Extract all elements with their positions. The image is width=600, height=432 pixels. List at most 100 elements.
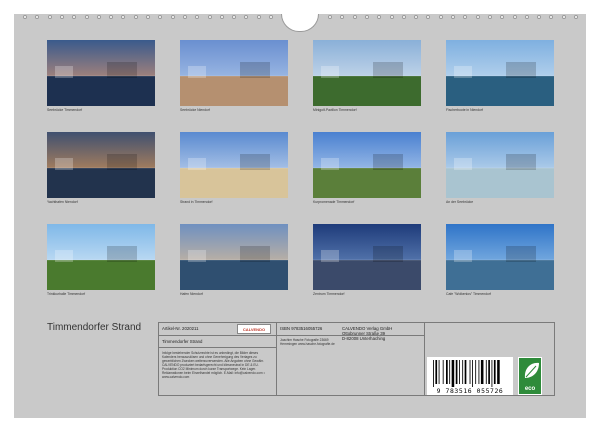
barcode-bars	[433, 360, 500, 387]
photo-scene	[180, 40, 288, 106]
photo-scene	[47, 40, 155, 106]
barcode-bar	[451, 360, 455, 387]
barcode-bar	[472, 360, 473, 387]
binding-hole	[146, 15, 150, 19]
binding-hole	[524, 15, 529, 19]
barcode-bar	[469, 360, 471, 384]
divider	[159, 335, 276, 336]
divider	[159, 347, 276, 348]
barcode-bar	[455, 360, 458, 384]
binding-hole	[487, 15, 492, 19]
binding-hole	[328, 15, 332, 19]
binding-hole	[475, 15, 480, 19]
binding-hole	[182, 15, 187, 19]
binding-hole	[438, 15, 443, 19]
binding-hole	[207, 15, 212, 19]
eco-label: eco	[518, 357, 542, 395]
legal-text: Infolge bestehender Schutzrechte ist es …	[162, 351, 265, 379]
barcode-bar	[449, 360, 451, 384]
photo-caption: Trinkkurhalle Timmendorf	[47, 292, 86, 296]
photo-scene	[313, 40, 421, 106]
barcode-bar	[464, 360, 467, 384]
publisher-line-3: D-82008 Unterhaching	[342, 336, 386, 341]
barcode: 9 783516 055726	[427, 357, 513, 395]
calendar-photo	[180, 224, 288, 290]
author-text: Joachim Hasche Fotografie 23669 Hemminge…	[280, 338, 335, 346]
photo-scene	[313, 224, 421, 290]
binding-hole	[512, 15, 517, 19]
barcode-bar	[480, 360, 484, 384]
photo-scene	[446, 40, 554, 106]
barcode-bar	[435, 360, 438, 384]
binding-hole	[256, 15, 261, 19]
barcode-number: 9 783516 055726	[436, 387, 504, 395]
calendar-photo	[446, 224, 554, 290]
leaf-icon	[524, 362, 539, 378]
divider	[276, 323, 277, 395]
calendar-photo	[313, 40, 421, 106]
binding-hole	[96, 15, 101, 19]
article-number: Artikel-Nr. 2020211	[162, 326, 199, 331]
info-subtitle: Timmendorfer Strand	[162, 339, 203, 344]
calendar-photo	[47, 40, 155, 106]
calendar-photo	[47, 132, 155, 198]
calendar-title: Timmendorfer Strand	[47, 322, 142, 333]
barcode-bar	[433, 360, 434, 387]
barcode-bar	[491, 360, 493, 387]
barcode-bar	[497, 360, 500, 384]
photo-caption: Yachthafen Niendorf	[47, 200, 78, 204]
barcode-bar	[459, 360, 460, 384]
photo-scene	[47, 224, 155, 290]
photo-caption: Minigolf-Pavillon Timmendorf	[313, 108, 357, 112]
binding-hole	[269, 15, 273, 19]
calendar-photo	[446, 40, 554, 106]
photo-caption: Seebrücke Timmendorf	[47, 108, 83, 112]
calendar-photo	[313, 224, 421, 290]
barcode-bar	[462, 360, 464, 384]
calendar-photo	[180, 40, 288, 106]
binding-hole	[561, 15, 566, 19]
isbn: ISBN 9783516055726	[280, 326, 323, 331]
binding-hole	[451, 15, 455, 19]
barcode-bar	[475, 360, 477, 384]
binding-hole	[401, 15, 406, 19]
binding-hole	[170, 15, 175, 19]
binding-hole	[574, 15, 578, 19]
photo-caption: An der Seebrücke	[446, 200, 474, 204]
barcode-bar	[442, 360, 444, 384]
calendar-photo	[180, 132, 288, 198]
binding-hole	[23, 15, 27, 19]
barcode-bar	[493, 360, 496, 384]
barcode-bar	[488, 360, 490, 384]
binding-hole	[352, 15, 357, 19]
photo-scene	[47, 132, 155, 198]
binding-hole	[219, 15, 224, 19]
photo-scene	[313, 132, 421, 198]
binding-hole	[84, 15, 89, 19]
photo-caption: Cafe "Wolkenlos" Timmendorf	[446, 292, 491, 296]
photo-scene	[446, 224, 554, 290]
calendar-photo	[47, 224, 155, 290]
binding-hole	[389, 15, 394, 19]
divider	[424, 323, 425, 395]
binding-hole	[133, 15, 138, 19]
info-box: Artikel-Nr. 2020211 CALVENDO Timmendorfe…	[158, 322, 555, 396]
photo-scene	[446, 132, 554, 198]
barcode-bar	[485, 360, 487, 384]
calendar-photo	[313, 132, 421, 198]
barcode-bar	[478, 360, 480, 384]
photo-caption: Fischerboote in Niendorf	[446, 108, 483, 112]
binding-hole	[59, 15, 64, 19]
photo-caption: Seebrücke Niendorf	[180, 108, 210, 112]
photo-caption: Strand in Timmendorf	[180, 200, 213, 204]
photo-caption: Kurpromenade Timmendorf	[313, 200, 355, 204]
photo-scene	[180, 132, 288, 198]
eco-text: eco	[524, 386, 536, 392]
binding-hole	[364, 15, 369, 19]
photo-caption: Hafen Niendorf	[180, 292, 203, 296]
photo-scene	[180, 224, 288, 290]
photo-caption: Zentrum Timmendorf	[313, 292, 345, 296]
barcode-bar	[446, 360, 448, 384]
binding-hole	[47, 15, 52, 19]
calvendo-logo: CALVENDO	[237, 324, 271, 334]
